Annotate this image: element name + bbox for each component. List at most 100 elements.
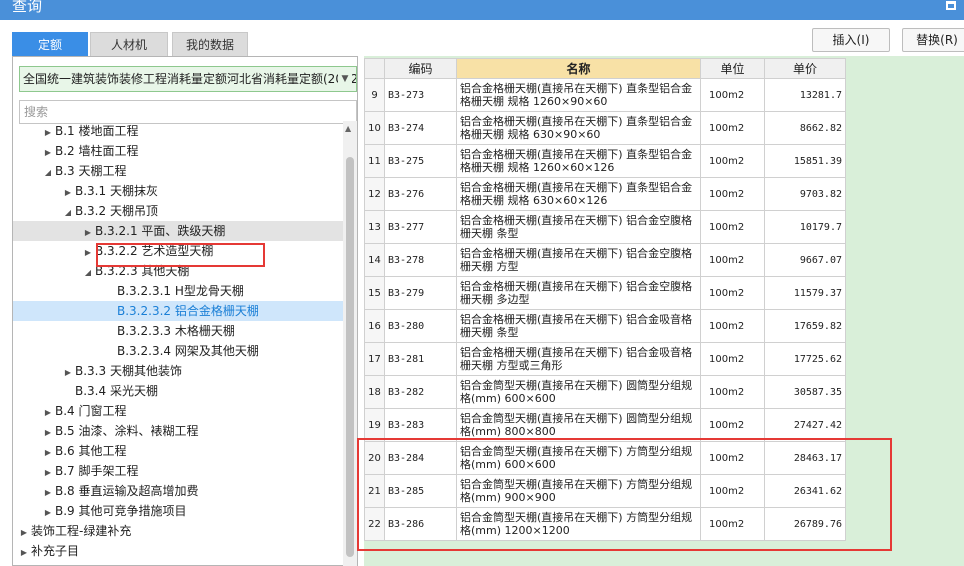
table-row[interactable]: 9 B3-273 铝合金格栅天棚(直接吊在天棚下) 直条型铝合金格栅天棚 规格 12… [364, 78, 846, 112]
quota-name[interactable]: 铝合金格栅天棚(直接吊在天棚下) 直条型铝合金格栅天棚 规格 1260×60×1… [456, 144, 701, 178]
quota-code[interactable]: B3-280 [384, 309, 457, 343]
row-index[interactable]: 15 [364, 276, 385, 310]
tree-item[interactable]: ▶ 装饰工程-绿建补充 [13, 521, 343, 541]
tree-item[interactable]: ▶ B.9 其他可竞争措施项目 [13, 501, 343, 521]
expand-arrow-icon[interactable]: ▶ [61, 363, 75, 383]
expand-arrow-icon[interactable]: ▶ [41, 443, 55, 463]
row-index[interactable]: 16 [364, 309, 385, 343]
col-header-unit[interactable]: 单位 [700, 58, 765, 79]
tree-item[interactable]: ▶ B.6 其他工程 [13, 441, 343, 461]
quota-unit[interactable]: 100m2 [700, 309, 765, 343]
row-index[interactable]: 19 [364, 408, 385, 442]
row-index[interactable]: 12 [364, 177, 385, 211]
quota-unit[interactable]: 100m2 [700, 408, 765, 442]
table-row[interactable]: 15 B3-279 铝合金格栅天棚(直接吊在天棚下) 铝合金空腹格栅天棚 多边型 10… [364, 276, 846, 310]
quota-name[interactable]: 铝合金格栅天棚(直接吊在天棚下) 铝合金空腹格栅天棚 方型 [456, 243, 701, 277]
row-index[interactable]: 10 [364, 111, 385, 145]
collapse-arrow-icon[interactable]: ◢ [81, 263, 95, 283]
quota-price[interactable]: 9667.07 [764, 243, 846, 277]
quota-price[interactable]: 8662.82 [764, 111, 846, 145]
quota-price[interactable]: 15851.39 [764, 144, 846, 178]
maximize-icon[interactable] [946, 1, 956, 10]
quota-code[interactable]: B3-274 [384, 111, 457, 145]
tree-item[interactable]: B.3.2.3.2 铝合金格栅天棚 [13, 301, 343, 321]
expand-arrow-icon[interactable]: ▶ [41, 143, 55, 163]
tree-item[interactable]: ▶ B.8 垂直运输及超高增加费 [13, 481, 343, 501]
quota-code[interactable]: B3-278 [384, 243, 457, 277]
quota-price[interactable]: 10179.7 [764, 210, 846, 244]
expand-arrow-icon[interactable]: ▶ [61, 183, 75, 203]
tree-item[interactable]: ▶ B.4 门窗工程 [13, 401, 343, 421]
quota-code[interactable]: B3-275 [384, 144, 457, 178]
quota-code[interactable]: B3-282 [384, 375, 457, 409]
tree-item[interactable]: B.3.2.3.1 H型龙骨天棚 [13, 281, 343, 301]
tree-item[interactable]: B.3.2.3.4 网架及其他天棚 [13, 341, 343, 361]
tree-item[interactable]: ▶ B.2 墙柱面工程 [13, 141, 343, 161]
tree-item[interactable]: ◢ B.3 天棚工程 [13, 161, 343, 181]
quota-name[interactable]: 铝合金格栅天棚(直接吊在天棚下) 铝合金吸音格栅天棚 方型或三角形 [456, 342, 701, 376]
expand-arrow-icon[interactable]: ▶ [41, 403, 55, 423]
quota-unit[interactable]: 100m2 [700, 375, 765, 409]
quota-name[interactable]: 铝合金格栅天棚(直接吊在天棚下) 直条型铝合金格栅天棚 规格 630×60×12… [456, 177, 701, 211]
quota-name[interactable]: 铝合金筒型天棚(直接吊在天棚下) 圆筒型分组规格(mm) 600×600 [456, 375, 701, 409]
quota-code[interactable]: B3-273 [384, 78, 457, 112]
row-index[interactable]: 14 [364, 243, 385, 277]
scroll-up-icon[interactable]: ▲ [345, 124, 351, 133]
quota-price[interactable]: 9703.82 [764, 177, 846, 211]
col-header-name[interactable]: 名称 [456, 58, 701, 79]
col-header-code[interactable]: 编码 [384, 58, 457, 79]
table-row[interactable]: 10 B3-274 铝合金格栅天棚(直接吊在天棚下) 直条型铝合金格栅天棚 规格 6… [364, 111, 846, 145]
tree-item[interactable]: ▶ B.3.2.1 平面、跌级天棚 [13, 221, 343, 241]
expand-arrow-icon[interactable]: ▶ [41, 463, 55, 483]
tree-item[interactable]: ▶ 补充子目 [13, 541, 343, 561]
tab-quota[interactable]: 定额 [12, 32, 88, 56]
tree-item[interactable]: ▶ B.1 楼地面工程 [13, 121, 343, 141]
expand-arrow-icon[interactable]: ▶ [81, 223, 95, 243]
tree-item[interactable]: ▶ B.3.3 天棚其他装饰 [13, 361, 343, 381]
row-index[interactable]: 11 [364, 144, 385, 178]
quota-name[interactable]: 铝合金格栅天棚(直接吊在天棚下) 铝合金吸音格栅天棚 条型 [456, 309, 701, 343]
quota-unit[interactable]: 100m2 [700, 210, 765, 244]
insert-button[interactable]: 插入(I) [812, 28, 890, 52]
quota-code[interactable]: B3-276 [384, 177, 457, 211]
quota-name[interactable]: 铝合金格栅天棚(直接吊在天棚下) 铝合金空腹格栅天棚 多边型 [456, 276, 701, 310]
quota-price[interactable]: 11579.37 [764, 276, 846, 310]
quota-price[interactable]: 13281.7 [764, 78, 846, 112]
row-index[interactable]: 17 [364, 342, 385, 376]
collapse-arrow-icon[interactable]: ◢ [41, 163, 55, 183]
collapse-arrow-icon[interactable]: ◢ [61, 203, 75, 223]
quota-name[interactable]: 铝合金格栅天棚(直接吊在天棚下) 直条型铝合金格栅天棚 规格 1260×90×6… [456, 78, 701, 112]
quota-unit[interactable]: 100m2 [700, 111, 765, 145]
tree-item[interactable]: ▶ B.3.1 天棚抹灰 [13, 181, 343, 201]
expand-arrow-icon[interactable]: ▶ [17, 523, 31, 543]
quota-unit[interactable]: 100m2 [700, 177, 765, 211]
tab-labor-material-machine[interactable]: 人材机 [90, 32, 168, 56]
quota-code[interactable]: B3-279 [384, 276, 457, 310]
quota-name[interactable]: 铝合金筒型天棚(直接吊在天棚下) 圆筒型分组规格(mm) 800×800 [456, 408, 701, 442]
row-index[interactable]: 9 [364, 78, 385, 112]
quota-library-select[interactable]: 全国统一建筑装饰装修工程消耗量定额河北省消耗量定额(2012) ▼ [19, 66, 357, 92]
table-row[interactable]: 14 B3-278 铝合金格栅天棚(直接吊在天棚下) 铝合金空腹格栅天棚 方型 100… [364, 243, 846, 277]
quota-unit[interactable]: 100m2 [700, 243, 765, 277]
tree-item[interactable]: ◢ B.3.2 天棚吊顶 [13, 201, 343, 221]
expand-arrow-icon[interactable]: ▶ [17, 543, 31, 563]
quota-price[interactable]: 27427.42 [764, 408, 846, 442]
expand-arrow-icon[interactable]: ▶ [41, 423, 55, 443]
table-row[interactable]: 19 B3-283 铝合金筒型天棚(直接吊在天棚下) 圆筒型分组规格(mm) 800… [364, 408, 846, 442]
table-row[interactable]: 16 B3-280 铝合金格栅天棚(直接吊在天棚下) 铝合金吸音格栅天棚 条型 100… [364, 309, 846, 343]
quota-unit[interactable]: 100m2 [700, 144, 765, 178]
tree-item[interactable]: ▶ B.5 油漆、涂料、裱糊工程 [13, 421, 343, 441]
quota-name[interactable]: 铝合金格栅天棚(直接吊在天棚下) 铝合金空腹格栅天棚 条型 [456, 210, 701, 244]
table-row[interactable]: 17 B3-281 铝合金格栅天棚(直接吊在天棚下) 铝合金吸音格栅天棚 方型或三角… [364, 342, 846, 376]
quota-unit[interactable]: 100m2 [700, 342, 765, 376]
table-row[interactable]: 18 B3-282 铝合金筒型天棚(直接吊在天棚下) 圆筒型分组规格(mm) 600… [364, 375, 846, 409]
quota-price[interactable]: 30587.35 [764, 375, 846, 409]
tab-my-data[interactable]: 我的数据 [172, 32, 248, 56]
expand-arrow-icon[interactable]: ▶ [41, 123, 55, 143]
quota-code[interactable]: B3-281 [384, 342, 457, 376]
table-row[interactable]: 13 B3-277 铝合金格栅天棚(直接吊在天棚下) 铝合金空腹格栅天棚 条型 100… [364, 210, 846, 244]
quota-code[interactable]: B3-283 [384, 408, 457, 442]
chevron-down-icon[interactable]: ▼ [338, 67, 352, 91]
tree-item[interactable]: ▶ B.7 脚手架工程 [13, 461, 343, 481]
row-index[interactable]: 13 [364, 210, 385, 244]
